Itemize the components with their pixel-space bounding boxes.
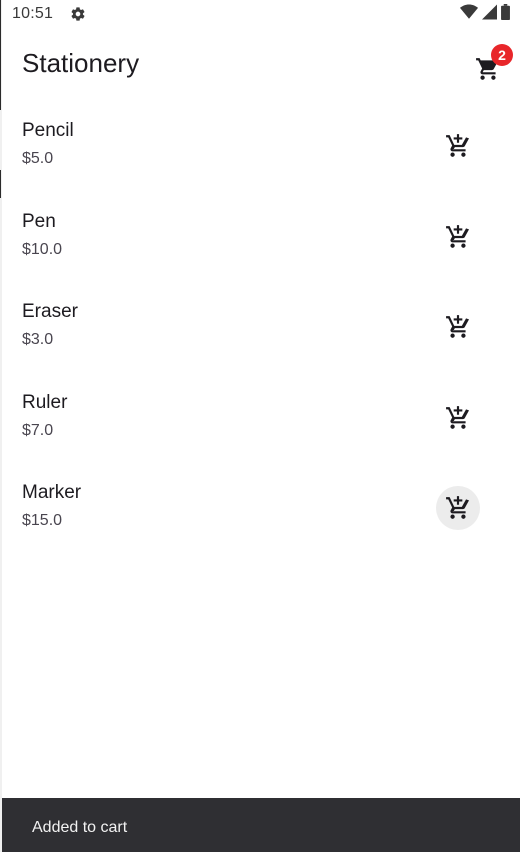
signal-icon	[482, 4, 497, 25]
list-item: Pencil $5.0	[0, 110, 522, 201]
page-title: Stationery	[22, 48, 140, 78]
add-shopping-cart-icon	[446, 315, 470, 339]
product-price: $3.0	[22, 331, 54, 349]
product-name: Pencil	[22, 120, 74, 141]
cart-button[interactable]: 2	[466, 44, 513, 90]
list-item: Marker $15.0	[0, 472, 522, 563]
gear-icon	[70, 6, 86, 22]
add-shopping-cart-icon	[446, 134, 470, 157]
status-icons	[460, 3, 510, 25]
add-to-cart-button[interactable]	[436, 124, 480, 168]
snackbar: Added to cart	[2, 798, 520, 852]
product-name: Marker	[22, 482, 82, 504]
product-name: Pen	[22, 210, 56, 232]
product-name: Ruler	[22, 391, 68, 413]
product-name: Eraser	[22, 301, 78, 323]
wifi-icon	[460, 4, 478, 25]
battery-icon	[501, 3, 510, 25]
snackbar-message: Added to cart	[32, 819, 128, 836]
add-to-cart-button[interactable]	[436, 215, 480, 259]
app-bar: Stationery 2	[0, 28, 522, 100]
list-item: Eraser $3.0	[0, 291, 522, 382]
add-to-cart-button[interactable]	[436, 486, 480, 531]
add-shopping-cart-icon	[446, 496, 470, 520]
product-price: $15.0	[22, 512, 63, 530]
product-price: $7.0	[22, 421, 54, 439]
list-item: Pen $10.0	[0, 201, 522, 292]
product-list: Pencil $5.0 Pen $10.0 Eraser $3.0 Ruler …	[0, 110, 522, 563]
list-item: Ruler $7.0	[0, 382, 522, 473]
product-price: $10.0	[22, 240, 63, 258]
status-time: 10:51	[12, 5, 54, 22]
add-to-cart-button[interactable]	[436, 305, 480, 349]
product-price: $5.0	[22, 150, 54, 167]
add-to-cart-button[interactable]	[436, 396, 480, 440]
cart-badge: 2	[491, 44, 513, 66]
add-shopping-cart-icon	[446, 224, 470, 248]
status-bar: 10:51	[0, 0, 522, 28]
add-shopping-cart-icon	[446, 405, 470, 429]
